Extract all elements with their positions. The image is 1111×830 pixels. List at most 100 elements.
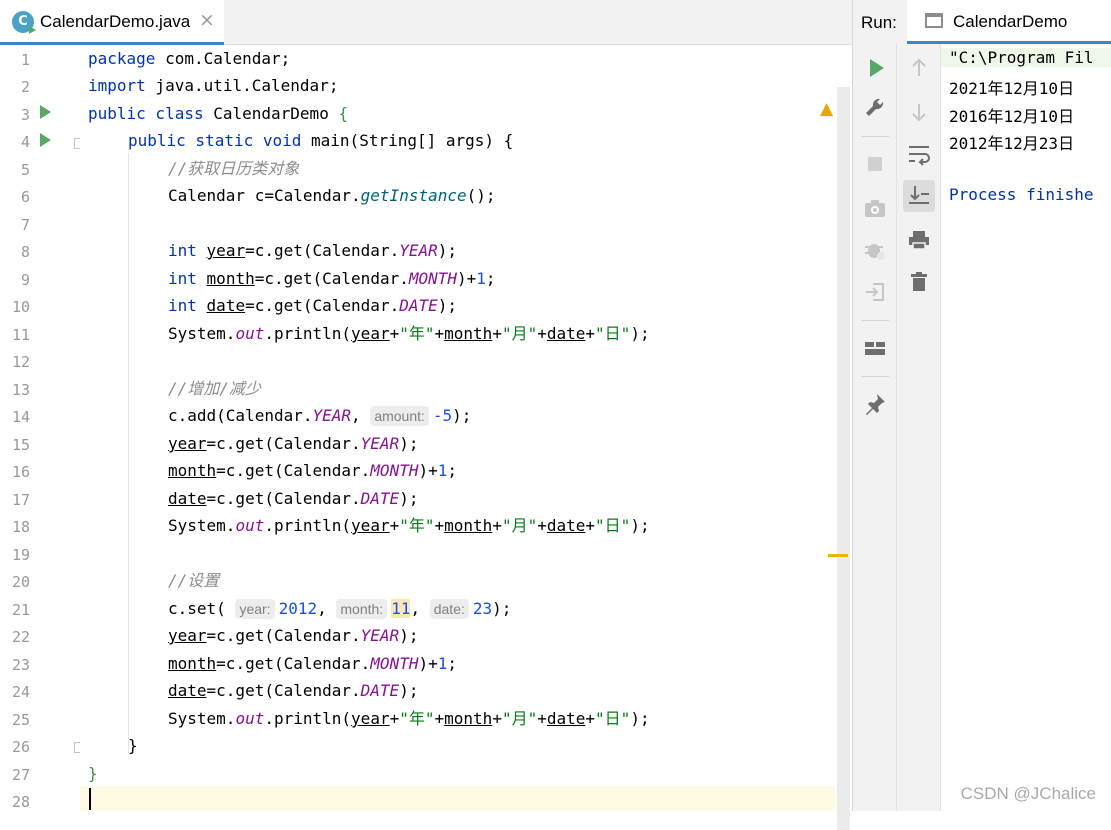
- code-area[interactable]: package com.Calendar; import java.util.C…: [80, 45, 835, 811]
- line-number: 11: [11, 326, 30, 344]
- rerun-icon[interactable]: [859, 52, 891, 84]
- line-number: 13: [11, 381, 30, 399]
- indent-guide: [128, 153, 129, 753]
- code-line: System.out.println(year+"年"+month+"月"+da…: [168, 709, 650, 728]
- console-line: 2021年12月10日: [949, 79, 1075, 98]
- console-icon: [925, 13, 943, 28]
- code-line: year=c.get(Calendar.YEAR);: [168, 626, 419, 645]
- line-number: 5: [20, 161, 30, 179]
- code-line: Calendar c=Calendar.getInstance();: [168, 186, 496, 205]
- line-number: 20: [11, 573, 30, 591]
- scroll-to-end-icon[interactable]: [903, 180, 935, 212]
- line-number: 19: [11, 546, 30, 564]
- current-line-highlight: [80, 786, 835, 811]
- code-line: date=c.get(Calendar.DATE);: [168, 489, 419, 508]
- line-number: 8: [20, 243, 30, 261]
- run-tab-calendardemo[interactable]: CalendarDemo: [907, 0, 1111, 44]
- arrow-up-icon[interactable]: [903, 52, 935, 84]
- parameter-hint: month:: [336, 599, 388, 619]
- line-number: 18: [11, 518, 30, 536]
- console-output[interactable]: "C:\Program Fil 2021年12月10日 2016年12月10日 …: [941, 44, 1111, 811]
- trash-icon[interactable]: [903, 266, 935, 298]
- pin-icon[interactable]: [859, 388, 891, 420]
- console-line: 2012年12月23日: [949, 134, 1075, 153]
- console-command-line: "C:\Program Fil: [941, 48, 1111, 67]
- parameter-hint: amount:: [370, 406, 429, 426]
- console-line: 2016年12月10日: [949, 107, 1075, 126]
- line-number: 1: [20, 51, 30, 69]
- line-number: 28: [11, 793, 30, 811]
- code-line: month=c.get(Calendar.MONTH)+1;: [168, 654, 458, 673]
- soft-wrap-icon[interactable]: [903, 138, 935, 170]
- run-toolbar-secondary: [897, 44, 941, 811]
- code-line: int year=c.get(Calendar.YEAR);: [168, 241, 457, 260]
- arrow-down-icon[interactable]: [903, 96, 935, 128]
- run-toolbar-primary: [853, 44, 897, 811]
- code-line: public static void main(String[] args) {: [128, 131, 514, 150]
- parameter-hint: date:: [429, 599, 469, 619]
- java-class-icon: C: [12, 11, 36, 34]
- code-editor: C CalendarDemo.java × 1 2 3 4 5 6 7 8 9 …: [0, 0, 852, 830]
- stop-icon[interactable]: [859, 148, 891, 180]
- line-number: 27: [11, 766, 30, 784]
- code-line: package com.Calendar;: [88, 49, 291, 68]
- run-class-gutter-icon[interactable]: [40, 105, 51, 119]
- warning-icon: ▲: [820, 99, 834, 119]
- watermark: CSDN @JChalice: [960, 784, 1096, 803]
- line-number: 16: [11, 463, 30, 481]
- editor-tab-bar: C CalendarDemo.java ×: [0, 0, 852, 45]
- code-line: public class CalendarDemo {: [88, 104, 349, 123]
- run-main-gutter-icon[interactable]: [40, 133, 51, 147]
- code-line: year=c.get(Calendar.YEAR);: [168, 434, 419, 453]
- code-line: int month=c.get(Calendar.MONTH)+1;: [168, 269, 496, 288]
- print-icon[interactable]: [903, 224, 935, 256]
- code-line: date=c.get(Calendar.DATE);: [168, 681, 419, 700]
- code-line: }: [88, 764, 98, 783]
- wrench-icon[interactable]: [859, 92, 891, 124]
- line-number: 25: [11, 711, 30, 729]
- code-line: //获取日历类对象: [168, 159, 300, 178]
- code-line: int date=c.get(Calendar.DATE);: [168, 296, 457, 315]
- line-number: 7: [20, 216, 30, 234]
- line-number: 2: [20, 78, 30, 96]
- code-line: month=c.get(Calendar.MONTH)+1;: [168, 461, 458, 480]
- line-number: 24: [11, 683, 30, 701]
- camera-icon[interactable]: [859, 192, 891, 224]
- inspection-widget[interactable]: ▲1 ⌃ ⌄: [820, 99, 835, 123]
- code-line: c.add(Calendar.YEAR, amount: -5);: [168, 406, 472, 426]
- login-icon[interactable]: [859, 276, 891, 308]
- code-line: System.out.println(year+"年"+month+"月"+da…: [168, 516, 650, 535]
- line-number: 3: [20, 106, 30, 124]
- line-number: 14: [11, 408, 30, 426]
- console-process-line: Process finishe: [949, 185, 1094, 204]
- line-number: 15: [11, 436, 30, 454]
- editor-tab-calendardemo[interactable]: C CalendarDemo.java ×: [0, 0, 224, 45]
- debug-icon[interactable]: [859, 234, 891, 266]
- scrollbar-thumb[interactable]: [837, 87, 850, 830]
- line-number: 17: [11, 491, 30, 509]
- line-number: 10: [11, 298, 30, 316]
- run-tool-window: Run: CalendarDemo "C:\Program Fil 2021年1…: [852, 0, 1111, 811]
- line-number: 22: [11, 628, 30, 646]
- layout-icon[interactable]: [859, 332, 891, 364]
- line-number: 6: [20, 188, 30, 206]
- warning-stripe-marker[interactable]: [828, 554, 848, 557]
- code-line: //设置: [168, 571, 220, 590]
- vertical-scrollbar[interactable]: [828, 45, 852, 830]
- close-tab-icon[interactable]: ×: [199, 9, 215, 31]
- line-number: 26: [11, 738, 30, 756]
- run-title: Run:: [861, 13, 897, 32]
- code-line: import java.util.Calendar;: [88, 76, 339, 95]
- editor-tab-label: CalendarDemo.java: [40, 12, 191, 31]
- run-header: Run: CalendarDemo: [853, 0, 1111, 44]
- line-number: 23: [11, 656, 30, 674]
- text-caret: [89, 788, 91, 810]
- line-number: 21: [11, 601, 30, 619]
- code-line: System.out.println(year+"年"+month+"月"+da…: [168, 324, 650, 343]
- line-number: 9: [20, 271, 30, 289]
- line-number: 12: [11, 353, 30, 371]
- code-line: //增加/减少: [168, 379, 261, 398]
- code-line: }: [128, 736, 138, 755]
- run-tab-label: CalendarDemo: [953, 12, 1068, 31]
- line-number-gutter[interactable]: 1 2 3 4 5 6 7 8 9 10 11 12 13 14 15 16 1…: [0, 45, 85, 811]
